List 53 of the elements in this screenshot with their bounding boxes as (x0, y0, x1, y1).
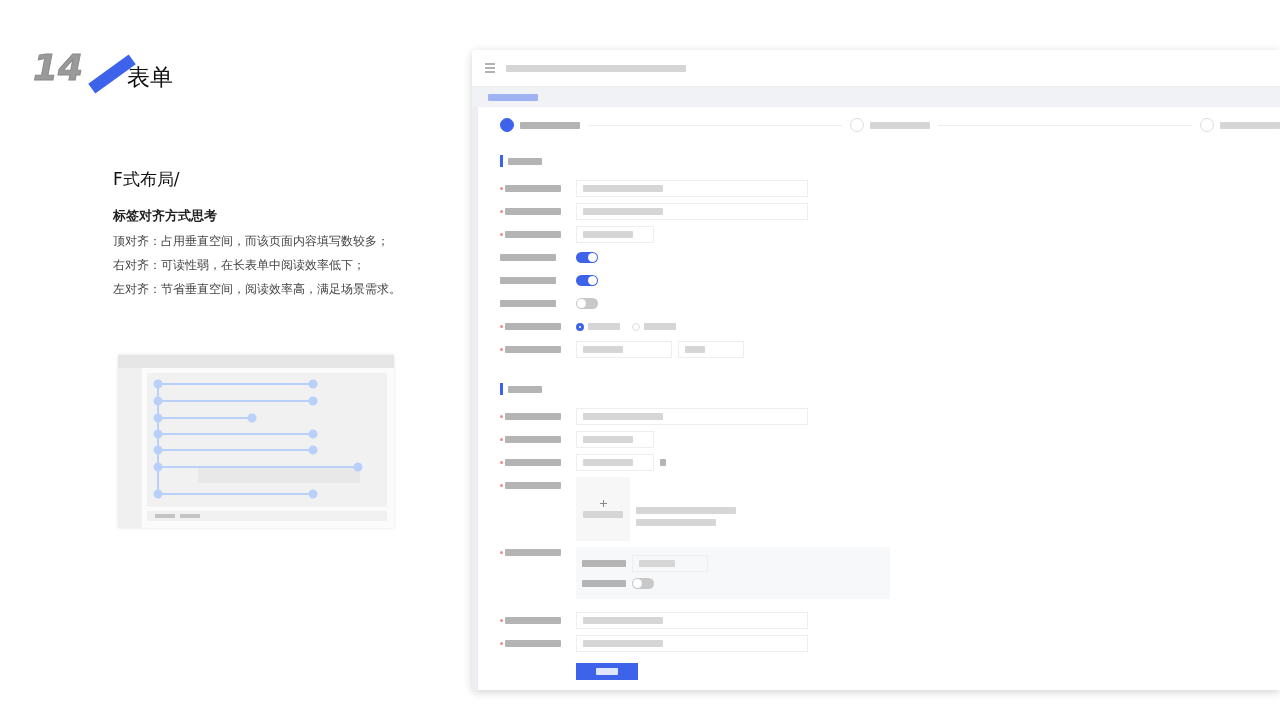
blurred-text (505, 549, 561, 556)
blurred-text (505, 413, 561, 420)
radio-button[interactable] (576, 322, 620, 331)
blurred-text (505, 436, 561, 443)
blurred-text (505, 640, 561, 647)
toggle-switch[interactable] (576, 252, 598, 263)
input-field[interactable] (576, 431, 654, 448)
next-button[interactable] (576, 663, 638, 680)
blurred-text (870, 121, 930, 129)
input-field[interactable] (576, 226, 654, 243)
point-text: 顶对齐：占用垂直空间，而该页面内容填写数较多； (113, 234, 390, 249)
blurred-text (582, 560, 626, 567)
back-link[interactable] (488, 93, 538, 101)
input-field[interactable] (632, 555, 708, 572)
section-marker (500, 155, 503, 167)
date-field[interactable] (576, 341, 672, 358)
blurred-text (505, 208, 561, 215)
blurred-text (520, 121, 580, 129)
upload-box[interactable] (576, 477, 630, 541)
input-field[interactable] (576, 408, 808, 425)
input-field[interactable] (576, 180, 808, 197)
blurred-text (500, 300, 556, 307)
point-text: 右对齐：可读性弱，在长表单中阅读效率低下； (113, 258, 366, 273)
input-field[interactable] (576, 612, 808, 629)
blurred-text (505, 617, 561, 624)
subtitle: F式布局/ (113, 168, 181, 191)
input-field[interactable] (576, 454, 654, 471)
chapter-number: 14 (33, 50, 84, 86)
topic-heading: 标签对齐方式思考 (113, 208, 218, 225)
blurred-text (1220, 121, 1280, 129)
point-text: 左对齐：节省垂直空间，阅读效率高，满足场景需求。 (113, 282, 402, 297)
blurred-text (505, 459, 561, 466)
page-title: 表单 (127, 64, 173, 92)
input-field[interactable] (576, 635, 808, 652)
blurred-text (582, 580, 626, 587)
toggle-switch[interactable] (576, 275, 598, 286)
blurred-text (505, 482, 561, 489)
blurred-text (505, 231, 561, 238)
input-field[interactable] (576, 203, 808, 220)
time-field[interactable] (678, 341, 744, 358)
blurred-text (508, 385, 542, 393)
section-marker (500, 383, 503, 395)
blurred-text (500, 254, 556, 261)
blurred-text (500, 277, 556, 284)
plus-icon (599, 500, 607, 507)
toggle-switch[interactable] (576, 298, 598, 309)
blurred-text (505, 185, 561, 192)
toggle-switch[interactable] (632, 578, 654, 589)
blurred-text (508, 157, 542, 165)
blurred-text (505, 346, 561, 353)
blurred-text (660, 459, 666, 466)
menu-icon[interactable] (484, 62, 496, 74)
blurred-text (505, 323, 561, 330)
